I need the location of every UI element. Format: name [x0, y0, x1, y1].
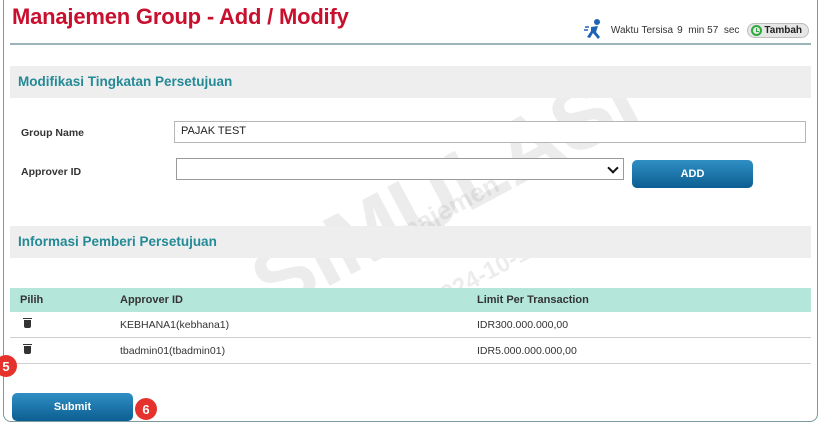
timer-value: 9 min 57 sec	[677, 24, 740, 36]
page-title: Manajemen Group - Add / Modify	[12, 4, 349, 29]
modify-section-header: Modifikasi Tingkatan Persetujuan	[10, 66, 811, 98]
chevron-down-icon	[607, 162, 619, 174]
approver-cell: tbadmin01(tbadmin01)	[120, 344, 226, 357]
step-badge-6: 6	[135, 398, 157, 420]
runner-icon	[583, 19, 600, 39]
approver-cell: KEBHANA1(kebhana1)	[120, 318, 230, 331]
col-header-pilih: Pilih	[20, 294, 44, 306]
table-row: tbadmin01(tbadmin01) IDR5.000.000.000,00	[10, 338, 811, 364]
table-row: KEBHANA1(kebhana1) IDR300.000.000,00	[10, 312, 811, 338]
timer-label: Waktu Tersisa	[610, 24, 674, 36]
limit-cell: IDR5.000.000.000,00	[477, 344, 577, 357]
page-header: Manajemen Group - Add / Modify Waktu Ter…	[4, 0, 817, 50]
app-window: SIMULASI Manajemen 2024-10-18 Manajemen …	[3, 0, 818, 422]
title-divider	[10, 43, 811, 45]
approver-id-select[interactable]	[176, 158, 624, 180]
approver-id-label: Approver ID	[21, 166, 82, 178]
info-section-title: Informasi Pemberi Persetujuan	[18, 234, 217, 249]
clock-icon	[751, 24, 763, 36]
trash-icon[interactable]	[23, 343, 32, 354]
approver-table: Pilih Approver ID Limit Per Transaction …	[10, 288, 811, 364]
group-name-field[interactable]: PAJAK TEST	[174, 121, 806, 143]
table-header: Pilih Approver ID Limit Per Transaction	[10, 288, 811, 312]
trash-icon[interactable]	[23, 317, 32, 328]
modify-section-title: Modifikasi Tingkatan Persetujuan	[18, 74, 233, 89]
add-approver-button[interactable]: ADD	[632, 160, 753, 188]
info-section-header: Informasi Pemberi Persetujuan	[10, 226, 811, 258]
group-name-label: Group Name	[21, 127, 85, 139]
submit-button[interactable]: Submit	[12, 393, 133, 421]
limit-cell: IDR300.000.000,00	[477, 318, 569, 331]
col-header-approver: Approver ID	[120, 294, 183, 306]
extend-session-button[interactable]: Tambah	[747, 22, 809, 38]
session-timer: Waktu Tersisa 9 min 57 sec Tambah	[583, 17, 809, 43]
col-header-limit: Limit Per Transaction	[477, 294, 589, 306]
extend-label: Tambah	[764, 24, 802, 36]
